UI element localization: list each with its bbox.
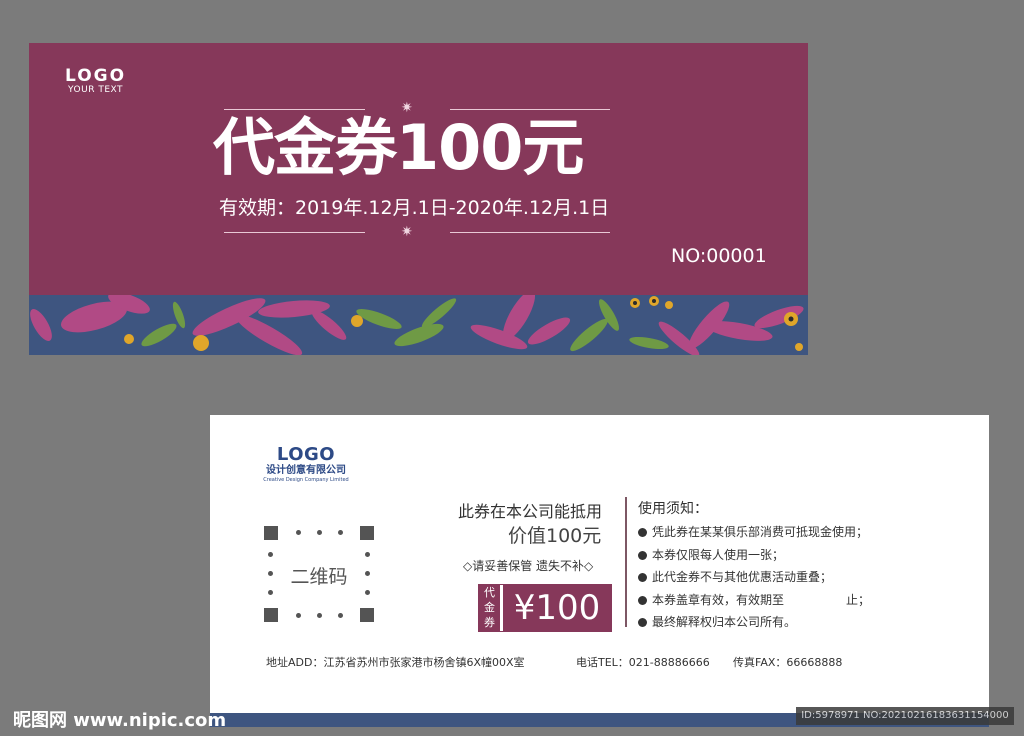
site-watermark: 昵图网 www.nipic.com — [13, 710, 227, 731]
qr-dot-icon — [317, 613, 322, 618]
bullet-icon — [638, 618, 647, 627]
list-item: 此代金券不与其他优惠活动重叠； — [638, 566, 870, 589]
back-logo: LOGO 设计创意有限公司 Creative Design Company Li… — [256, 445, 356, 484]
floral-band — [29, 295, 808, 355]
qr-code-label: 二维码 — [290, 566, 348, 588]
qr-dot-icon — [268, 552, 273, 557]
voucher-title: 代金券100元 — [213, 111, 584, 184]
usage-statement: 此券在本公司能抵用 — [458, 502, 603, 521]
star-icon-bottom: ✷ — [401, 224, 413, 240]
keep-safe-note: ◇请妥善保管 遗失不补◇ — [463, 559, 594, 573]
voucher-front: LOGO YOUR TEXT ✷ 代金券100元 有效期：2019年.12月.1… — [29, 43, 808, 355]
qr-dot-icon — [338, 530, 343, 535]
notice-list: 凭此券在某某俱乐部消费可抵现金使用； 本券仅限每人使用一张； 此代金券不与其他优… — [638, 521, 870, 634]
fax: 传真FAX：66668888 — [733, 656, 843, 669]
back-logo-text: LOGO — [276, 444, 336, 465]
qr-dot-icon — [338, 613, 343, 618]
front-logo-text: LOGO — [65, 66, 127, 86]
qr-dot-icon — [268, 571, 273, 576]
stamp-amount: ¥100 — [501, 585, 611, 631]
address: 地址ADD：江苏省苏州市张家港市杨舍镇6X幢00X室 — [266, 656, 525, 669]
qr-corner-icon — [360, 608, 374, 622]
validity-period: 有效期：2019年.12月.1日-2020年.12月.1日 — [219, 197, 610, 219]
voucher-back: LOGO 设计创意有限公司 Creative Design Company Li… — [210, 415, 989, 727]
floral-pattern-image — [30, 295, 804, 355]
front-logo: LOGO YOUR TEXT — [65, 67, 126, 95]
notice-title: 使用须知： — [638, 501, 708, 517]
phone: 电话TEL：021-88886666 — [576, 656, 710, 669]
qr-dot-icon — [365, 571, 370, 576]
qr-dot-icon — [365, 552, 370, 557]
qr-dot-icon — [296, 530, 301, 535]
serial-number: NO:00001 — [671, 245, 767, 267]
amount-stamp: 代金券 ¥100 — [478, 584, 612, 632]
vertical-divider — [625, 497, 627, 627]
bullet-icon — [638, 595, 647, 605]
bullet-icon — [638, 573, 647, 582]
qr-dot-icon — [317, 530, 322, 535]
list-item: 最终解释权归本公司所有。 — [638, 611, 870, 634]
company-name: 设计创意有限公司 — [266, 465, 346, 476]
qr-dot-icon — [268, 590, 273, 595]
list-item: 本券盖章有效，有效期至 止； — [638, 589, 870, 612]
qr-code-placeholder: 二维码 — [264, 526, 374, 622]
divider-bottom-right — [450, 232, 610, 233]
qr-corner-icon — [264, 608, 278, 622]
voucher-value: 价值100元 — [508, 525, 602, 547]
company-name-en: Creative Design Company Limited — [263, 477, 349, 483]
stamp-tag: 代金券 — [479, 585, 500, 631]
front-logo-subtext: YOUR TEXT — [68, 85, 124, 95]
qr-corner-icon — [264, 526, 278, 540]
bullet-icon — [638, 550, 647, 560]
qr-corner-icon — [360, 526, 374, 540]
divider-bottom-left — [224, 232, 365, 233]
image-id-watermark: ID:5978971 NO:20210216183631154000 — [796, 707, 1014, 725]
list-item: 凭此券在某某俱乐部消费可抵现金使用； — [638, 521, 870, 544]
bullet-icon — [638, 528, 647, 537]
qr-dot-icon — [296, 613, 301, 618]
list-item: 本券仅限每人使用一张； — [638, 544, 870, 567]
qr-dot-icon — [365, 590, 370, 595]
